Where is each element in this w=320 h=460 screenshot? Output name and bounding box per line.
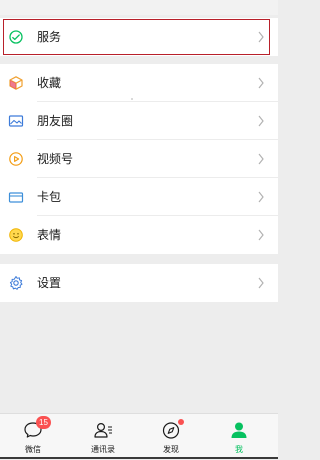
moments-photo-icon [8, 115, 24, 127]
menu-item-service[interactable]: 服务 [0, 18, 278, 56]
menu-item-label: 收藏 [37, 76, 62, 90]
status-area [0, 0, 278, 15]
features-group: 收藏 朋友圈 视频号 卡包 表情 [0, 64, 278, 254]
contacts-icon [94, 422, 112, 438]
chevron-right-icon [258, 191, 264, 203]
service-group: 服务 [0, 18, 278, 56]
menu-item-label: 设置 [37, 276, 62, 290]
chevron-right-icon [258, 115, 264, 127]
unread-badge: 15 [36, 416, 51, 429]
person-icon [231, 422, 247, 438]
menu-item-channels[interactable]: 视频号 [0, 140, 278, 178]
menu-item-favorites[interactable]: 收藏 [0, 64, 278, 102]
card-wallet-icon [8, 192, 24, 203]
menu-item-cards[interactable]: 卡包 [0, 178, 278, 216]
tab-label: 通讯录 [91, 445, 115, 454]
chevron-right-icon [258, 229, 264, 241]
menu-item-moments[interactable]: 朋友圈 [0, 102, 278, 140]
menu-item-label: 卡包 [37, 190, 62, 204]
settings-gear-icon [9, 276, 23, 290]
favorites-cube-icon [9, 76, 23, 90]
stray-dot [131, 98, 133, 100]
sticker-smiley-icon [9, 228, 23, 242]
tab-chats[interactable]: 15 微信 [8, 414, 58, 460]
chevron-right-icon [258, 77, 264, 89]
tab-label: 发现 [163, 445, 179, 454]
chevron-right-icon [258, 277, 264, 289]
menu-item-label: 视频号 [37, 152, 74, 166]
menu-item-settings[interactable]: 设置 [0, 264, 278, 302]
menu-item-label: 朋友圈 [37, 114, 74, 128]
channels-play-icon [9, 152, 23, 166]
menu-item-label: 表情 [37, 228, 62, 242]
tab-label: 我 [235, 445, 243, 454]
chevron-right-icon [258, 153, 264, 165]
tab-contacts[interactable]: 通讯录 [78, 414, 128, 460]
tab-label: 微信 [25, 445, 41, 454]
selection-highlight [3, 19, 270, 55]
menu-item-stickers[interactable]: 表情 [0, 216, 278, 254]
tab-me[interactable]: 我 [214, 414, 264, 460]
new-content-dot [178, 419, 184, 425]
settings-group: 设置 [0, 264, 278, 302]
bottom-tab-bar: 15 微信 通讯录 发现 我 [0, 413, 278, 459]
tab-discover[interactable]: 发现 [146, 414, 196, 460]
